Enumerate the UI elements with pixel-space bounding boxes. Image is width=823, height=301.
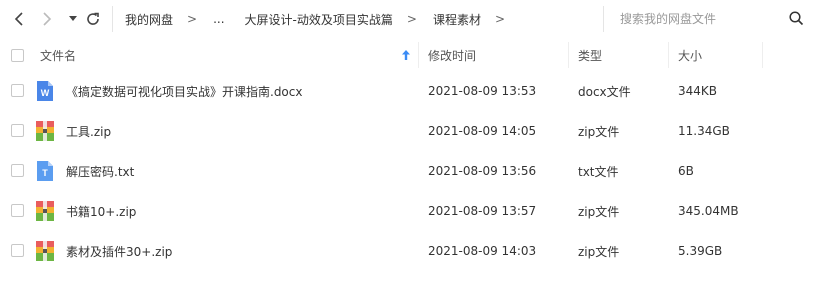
file-type: zip文件 — [578, 124, 620, 139]
file-modified: 2021-08-09 14:05 — [428, 124, 537, 138]
file-size: 11.34GB — [678, 124, 730, 138]
file-row[interactable]: 素材及插件30+.zip 2021-08-09 14:03 zip文件 5.39… — [0, 231, 823, 271]
breadcrumb-separator: > — [187, 12, 198, 26]
select-all-checkbox[interactable] — [11, 49, 24, 62]
search-box — [603, 6, 814, 32]
svg-text:T: T — [42, 168, 48, 178]
text-file-icon: T — [36, 160, 54, 182]
word-doc-icon: W — [36, 80, 54, 102]
column-divider[interactable] — [668, 42, 669, 68]
file-name[interactable]: 解压密码.txt — [66, 151, 134, 191]
file-size: 6B — [678, 164, 694, 178]
column-divider[interactable] — [762, 42, 763, 68]
column-header-type[interactable]: 类型 — [578, 38, 602, 72]
column-header-modified[interactable]: 修改时间 — [428, 38, 476, 72]
column-header-name[interactable]: 文件名 — [40, 38, 76, 72]
breadcrumb-item-course[interactable]: 大屏设计-动效及项目实战篇 — [245, 11, 393, 28]
row-checkbox[interactable] — [11, 164, 24, 177]
breadcrumb-item-ellipsis[interactable]: ... — [213, 12, 224, 26]
search-input[interactable] — [604, 11, 787, 27]
file-modified: 2021-08-09 13:56 — [428, 164, 537, 178]
file-modified: 2021-08-09 13:53 — [428, 84, 537, 98]
file-name[interactable]: 《搞定数据可视化项目实战》开课指南.docx — [66, 71, 302, 111]
column-header-size[interactable]: 大小 — [678, 38, 702, 72]
file-type: docx文件 — [578, 84, 631, 99]
file-name[interactable]: 工具.zip — [66, 111, 111, 151]
column-divider[interactable] — [418, 42, 419, 68]
file-modified: 2021-08-09 14:03 — [428, 244, 537, 258]
toolbar: 我的网盘 > ... 大屏设计-动效及项目实战篇 > 课程素材 > — [0, 0, 823, 38]
file-name[interactable]: 素材及插件30+.zip — [66, 231, 172, 271]
file-size: 5.39GB — [678, 244, 723, 258]
svg-text:W: W — [41, 88, 50, 98]
file-list-header: 文件名 修改时间 类型 大小 — [0, 38, 823, 72]
zip-archive-icon — [36, 200, 54, 222]
zip-archive-icon — [36, 240, 54, 262]
file-row[interactable]: T 解压密码.txt 2021-08-09 13:56 txt文件 6B — [0, 151, 823, 191]
breadcrumb: 我的网盘 > ... 大屏设计-动效及项目实战篇 > 课程素材 > — [112, 6, 521, 32]
file-size: 344KB — [678, 84, 718, 98]
row-checkbox[interactable] — [11, 244, 24, 257]
row-checkbox[interactable] — [11, 124, 24, 137]
file-row[interactable]: W 《搞定数据可视化项目实战》开课指南.docx 2021-08-09 13:5… — [0, 71, 823, 111]
file-size: 345.04MB — [678, 204, 739, 218]
row-checkbox[interactable] — [11, 204, 24, 217]
breadcrumb-item-current[interactable]: 课程素材 — [433, 11, 481, 28]
sort-ascending-icon[interactable] — [402, 38, 410, 72]
row-checkbox[interactable] — [11, 84, 24, 97]
back-arrow-icon[interactable] — [10, 10, 28, 28]
file-row[interactable]: 工具.zip 2021-08-09 14:05 zip文件 11.34GB — [0, 111, 823, 151]
breadcrumb-separator: > — [406, 12, 417, 26]
file-type: txt文件 — [578, 164, 619, 179]
refresh-icon[interactable] — [84, 10, 102, 28]
zip-archive-icon — [36, 120, 54, 142]
forward-arrow-icon[interactable] — [38, 10, 56, 28]
file-type: zip文件 — [578, 204, 620, 219]
column-divider[interactable] — [568, 42, 569, 68]
breadcrumb-separator: > — [494, 12, 506, 26]
file-row[interactable]: 书籍10+.zip 2021-08-09 13:57 zip文件 345.04M… — [0, 191, 823, 231]
file-modified: 2021-08-09 13:57 — [428, 204, 537, 218]
breadcrumb-item-root[interactable]: 我的网盘 — [125, 11, 173, 28]
file-name[interactable]: 书籍10+.zip — [66, 191, 136, 231]
history-dropdown-icon[interactable] — [64, 10, 82, 28]
search-icon[interactable] — [789, 11, 804, 29]
file-type: zip文件 — [578, 244, 620, 259]
